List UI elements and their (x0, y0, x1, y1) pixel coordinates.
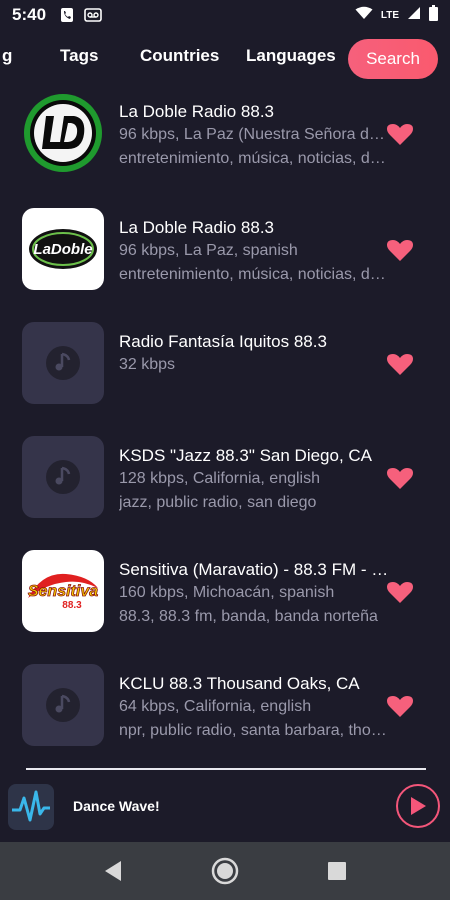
mini-player[interactable]: Dance Wave! (0, 768, 450, 842)
favorite-heart-icon[interactable] (386, 240, 414, 262)
sensitiva-logo-sub: 88.3 (62, 600, 82, 611)
battery-icon (429, 4, 438, 26)
status-bar: 5:40 LTE (0, 0, 450, 30)
tab-tags[interactable]: Tags (60, 46, 98, 66)
player-title: Dance Wave! (73, 798, 160, 814)
station-wave-logo (8, 784, 54, 830)
favorite-heart-icon[interactable] (386, 468, 414, 490)
station-details: 32 kbps (119, 356, 176, 373)
station-name: La Doble Radio 88.3 (119, 218, 275, 237)
music-note-icon (46, 688, 80, 722)
music-note-icon (46, 460, 80, 494)
favorite-heart-icon[interactable] (386, 582, 414, 604)
station-row[interactable]: La Doble Radio 88.3 96 kbps, La Paz (Nue… (0, 92, 450, 188)
ld-round-logo (22, 92, 104, 174)
voicemail-icon (84, 8, 102, 22)
music-note-icon (46, 346, 80, 380)
back-icon[interactable] (98, 856, 128, 886)
station-details: 160 kbps, Michoacán, spanish (119, 584, 335, 601)
station-placeholder (22, 436, 104, 518)
station-row[interactable]: Radio Fantasía Iquitos 88.3 32 kbps (0, 322, 450, 418)
play-icon (411, 797, 426, 815)
favorite-heart-icon[interactable] (386, 696, 414, 718)
station-row[interactable]: KSDS "Jazz 88.3" San Diego, CA 128 kbps,… (0, 436, 450, 532)
system-nav-bar (0, 842, 450, 900)
station-details: 128 kbps, California, english (119, 470, 321, 487)
category-tabs: g Tags Countries Languages Search (0, 34, 450, 86)
station-details: 96 kbps, La Paz (Nuestra Señora de La Pa… (119, 126, 387, 143)
ladoble-logo: LaDoble (22, 208, 104, 290)
recents-icon[interactable] (322, 856, 352, 886)
sensitiva-logo-text: Sensitiva (28, 583, 98, 600)
station-tags: npr, public radio, santa barbara, thousa… (119, 722, 387, 739)
favorite-heart-icon[interactable] (386, 354, 414, 376)
tab-partial[interactable]: g (2, 46, 12, 66)
station-name: La Doble Radio 88.3 (119, 102, 275, 121)
tab-languages[interactable]: Languages (246, 46, 336, 66)
station-tags: entretenimiento, música, noticias, depor… (119, 150, 387, 167)
station-placeholder (22, 322, 104, 404)
play-button[interactable] (396, 784, 440, 828)
favorite-heart-icon[interactable] (386, 124, 414, 146)
station-details: 64 kbps, California, english (119, 698, 312, 715)
station-tags: 88.3, 88.3 fm, banda, banda norteña (119, 608, 378, 625)
station-row[interactable]: KCLU 88.3 Thousand Oaks, CA 64 kbps, Cal… (0, 664, 450, 760)
player-divider (26, 768, 426, 770)
station-details: 96 kbps, La Paz, spanish (119, 242, 298, 259)
sensitiva-logo: Sensitiva 88.3 (22, 550, 104, 632)
signal-icon (407, 5, 421, 25)
tab-countries[interactable]: Countries (140, 46, 219, 66)
station-name: KSDS "Jazz 88.3" San Diego, CA (119, 446, 373, 465)
station-tags: entretenimiento, música, noticias, depor… (119, 266, 387, 283)
wifi-icon (355, 5, 373, 25)
station-name: KCLU 88.3 Thousand Oaks, CA (119, 674, 360, 693)
station-row[interactable]: Sensitiva 88.3 Sensitiva (Maravatio) - 8… (0, 550, 450, 646)
phone-icon (60, 7, 74, 23)
home-icon[interactable] (210, 856, 240, 886)
ladoble-logo-text: LaDoble (33, 241, 92, 258)
tab-search[interactable]: Search (348, 39, 438, 79)
lte-indicator: LTE (380, 9, 399, 21)
station-row[interactable]: LaDoble La Doble Radio 88.3 96 kbps, La … (0, 208, 450, 304)
status-time: 5:40 (12, 5, 47, 24)
station-name: Radio Fantasía Iquitos 88.3 (119, 332, 327, 351)
station-name: Sensitiva (Maravatio) - 88.3 FM - Michoa… (119, 560, 389, 579)
station-tags: jazz, public radio, san diego (119, 494, 317, 511)
station-placeholder (22, 664, 104, 746)
